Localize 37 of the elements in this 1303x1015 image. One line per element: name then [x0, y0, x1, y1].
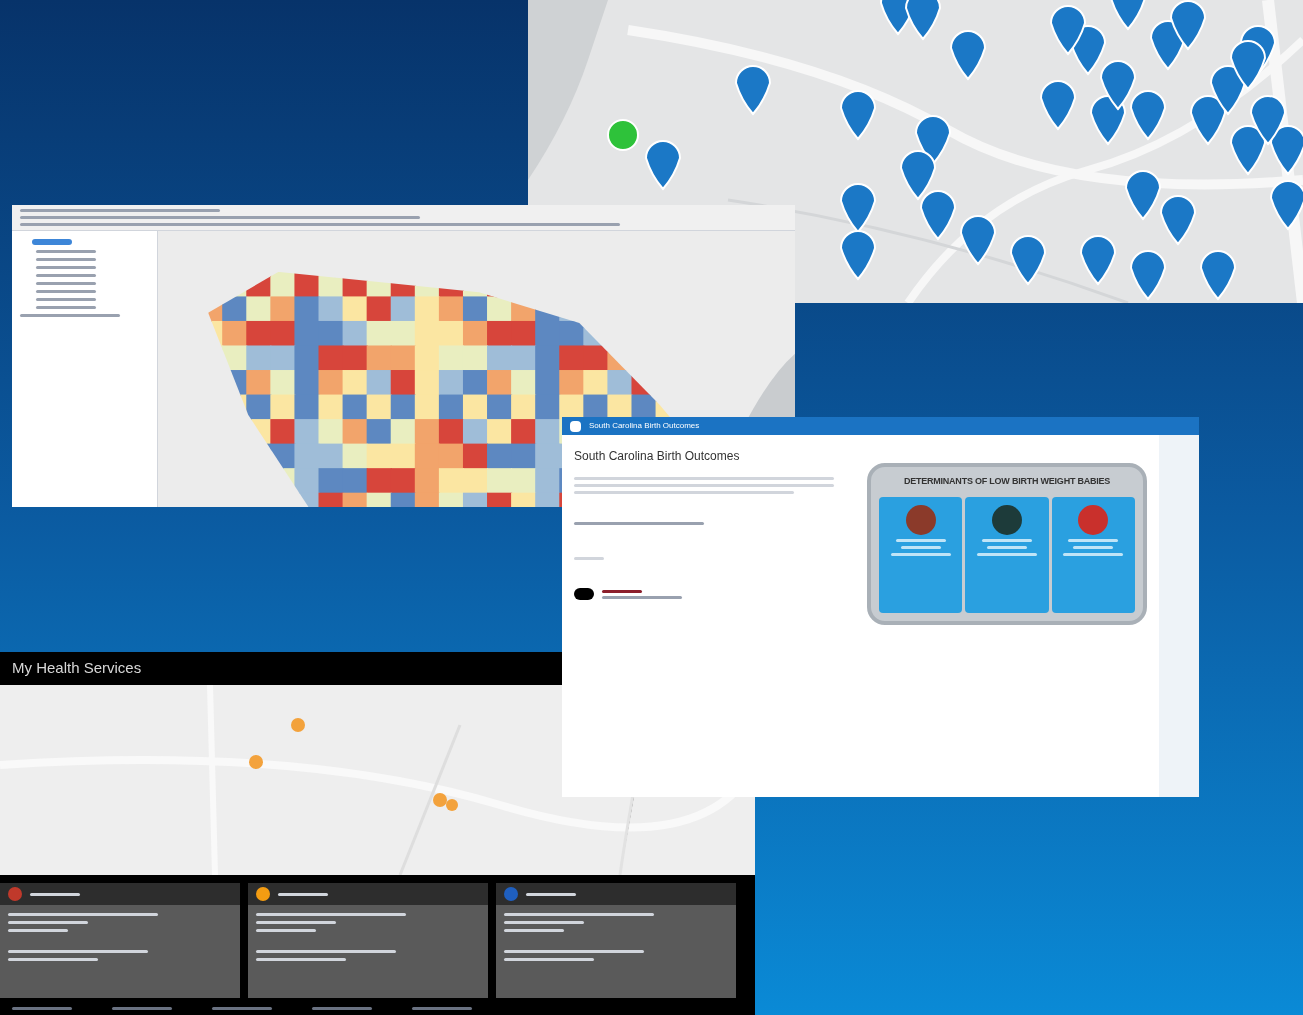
text-line	[987, 545, 1027, 549]
logo-icon	[574, 588, 594, 600]
text-line	[526, 892, 576, 896]
text-line	[256, 929, 316, 932]
text-line	[36, 290, 96, 293]
story-heading: South Carolina Birth Outcomes	[574, 448, 741, 465]
text-line	[8, 929, 68, 932]
text-line	[574, 557, 604, 560]
text-line	[30, 892, 80, 896]
text-line	[278, 892, 328, 896]
window-title: South Carolina Birth Outcomes	[589, 420, 700, 432]
text-line	[504, 929, 564, 932]
text-line	[895, 538, 946, 542]
text-line	[312, 1006, 372, 1010]
text-line	[112, 1006, 172, 1010]
text-line	[890, 552, 951, 556]
text-line	[1068, 538, 1119, 542]
text-line	[1073, 545, 1114, 549]
text-line	[602, 589, 642, 593]
text-line	[36, 306, 96, 309]
selected-layer	[32, 239, 72, 245]
infographic-title: DETERMINANTS OF LOW BIRTH WEIGHT BABIES	[903, 475, 1111, 488]
window-title: My Health Services	[12, 658, 142, 679]
text-line	[36, 282, 96, 285]
text-line	[900, 545, 941, 549]
text-line	[212, 1006, 272, 1010]
text-line	[412, 1006, 472, 1010]
text-line	[36, 258, 96, 261]
text-line	[982, 538, 1032, 542]
text-line	[36, 266, 96, 269]
text-line	[36, 298, 96, 301]
text-line	[36, 250, 96, 253]
text-line	[12, 1006, 72, 1010]
text-line	[36, 274, 96, 277]
text-line	[1063, 552, 1124, 556]
text-line	[977, 552, 1037, 556]
app-icon	[570, 420, 581, 432]
